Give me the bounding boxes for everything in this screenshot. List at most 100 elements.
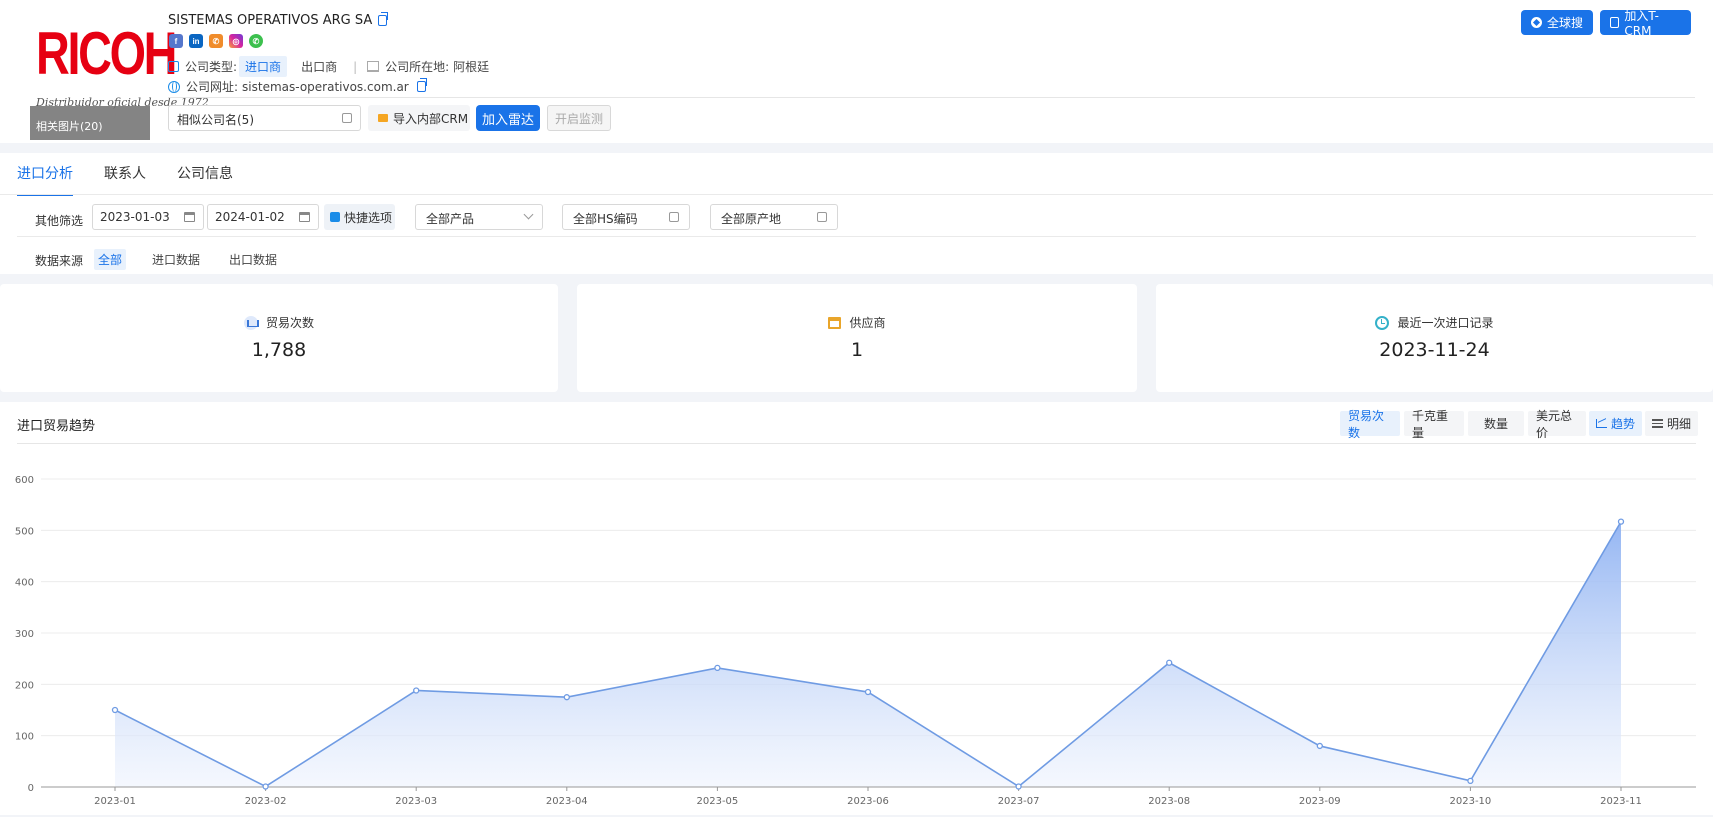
global-search-button[interactable]: 全球搜 <box>1521 10 1593 35</box>
x-tick-label: 2023-01 <box>94 796 136 807</box>
type-importer-tag: 进口商 <box>239 56 288 77</box>
data-source-label: 数据来源 <box>35 254 84 268</box>
location-value: 阿根廷 <box>453 60 490 74</box>
copy-icon[interactable] <box>416 78 427 92</box>
calendar-icon <box>299 212 310 222</box>
x-tick-label: 2023-08 <box>1148 796 1190 807</box>
global-search-label: 全球搜 <box>1547 16 1584 30</box>
y-tick-label: 200 <box>15 680 34 691</box>
stat-value: 1 <box>850 339 864 361</box>
header-divider <box>168 97 1695 98</box>
y-tick-label: 500 <box>15 526 34 537</box>
chevron-down-icon <box>523 209 534 220</box>
picker-icon <box>669 212 679 222</box>
x-tick-label: 2023-02 <box>245 796 287 807</box>
shop-icon <box>828 316 842 329</box>
website-row: 公司网址: sistemas-operativos.com.ar <box>168 78 427 95</box>
product-select[interactable]: 全部产品 <box>415 204 543 230</box>
data-point <box>1617 518 1625 525</box>
globe-icon <box>168 80 180 93</box>
x-tick-label: 2023-09 <box>1299 796 1341 807</box>
tab-company-info[interactable]: 公司信息 <box>177 163 233 196</box>
copy-icon[interactable] <box>378 12 389 26</box>
end-date-input[interactable]: 2024-01-02 <box>207 204 319 230</box>
y-tick-label: 100 <box>15 732 34 743</box>
y-tick-label: 400 <box>15 578 34 589</box>
company-type-label: 公司类型: <box>185 60 238 74</box>
company-name-row: SISTEMAS OPERATIVOS ARG SA <box>168 12 389 28</box>
hs-code-select[interactable]: 全部HS编码 <box>562 204 690 230</box>
divider: | <box>353 59 358 74</box>
facebook-icon[interactable]: f <box>169 34 183 48</box>
series-area <box>115 521 1621 787</box>
y-tick-label: 600 <box>15 475 34 486</box>
company-header: RICOH Distribuidor oficial desde 1972 相关… <box>0 0 1713 143</box>
stat-value: 2023-11-24 <box>1379 339 1490 361</box>
stat-value: 1,788 <box>251 339 307 361</box>
add-tcrm-button[interactable]: 加入T-CRM <box>1600 9 1691 38</box>
tab-bar: 进口分析 联系人 公司信息 <box>17 163 233 196</box>
stat-title: 贸易次数 <box>0 314 558 331</box>
quick-options-button[interactable]: 快捷选项 <box>324 204 395 230</box>
company-logo[interactable]: RICOH Distribuidor oficial desde 1972 相关… <box>30 12 209 140</box>
phone-icon[interactable]: ✆ <box>209 34 223 48</box>
stat-label: 贸易次数 <box>265 316 314 330</box>
data-point <box>714 664 721 672</box>
edit-icon[interactable] <box>342 113 352 123</box>
start-date-value: 2023-01-03 <box>100 210 170 224</box>
import-crm-button[interactable]: 导入内部CRM <box>368 105 470 131</box>
compass-icon <box>1531 17 1542 28</box>
instagram-icon[interactable]: ◎ <box>229 34 243 48</box>
website-link[interactable]: sistemas-operativos.com.ar <box>242 80 409 94</box>
start-date-input[interactable]: 2023-01-03 <box>92 204 204 230</box>
stat-title: 供应商 <box>577 314 1137 331</box>
data-point <box>1015 783 1022 790</box>
stat-label: 最近一次进口记录 <box>1397 316 1494 330</box>
bar-chart-icon <box>243 315 259 330</box>
clock-icon <box>1375 315 1390 330</box>
stat-card-suppliers: 供应商 1 <box>577 284 1137 392</box>
tab-import-analysis[interactable]: 进口分析 <box>17 163 73 196</box>
similar-companies-label: 相似公司名(5) <box>177 113 254 127</box>
add-tcrm-label: 加入T-CRM <box>1624 9 1659 38</box>
data-point <box>111 706 119 714</box>
source-import-tag[interactable]: 进口数据 <box>148 249 204 270</box>
logo-text: RICOH <box>36 20 177 87</box>
source-export-tag[interactable]: 出口数据 <box>225 249 281 270</box>
stat-label: 供应商 <box>849 316 886 330</box>
location-label: 公司所在地: <box>385 60 450 74</box>
quick-options-icon <box>330 212 340 222</box>
related-images-badge[interactable]: 相关图片(20) <box>30 106 150 140</box>
whatsapp-icon[interactable]: ✆ <box>249 34 263 48</box>
social-links: f in ✆ ◎ ✆ <box>169 34 263 48</box>
data-point <box>1316 742 1323 750</box>
type-exporter-tag: 出口商 <box>301 60 338 74</box>
filter-divider <box>17 236 1696 237</box>
similar-companies-box[interactable]: 相似公司名(5) <box>168 105 361 131</box>
tab-contacts[interactable]: 联系人 <box>104 163 146 196</box>
y-tick-label: 300 <box>15 629 34 640</box>
linkedin-icon[interactable]: in <box>189 34 203 48</box>
data-point <box>563 694 570 701</box>
origin-value: 全部原产地 <box>721 212 782 226</box>
data-point <box>1467 777 1474 784</box>
x-tick-label: 2023-04 <box>546 796 588 807</box>
end-date-value: 2024-01-02 <box>215 210 285 224</box>
import-crm-label: 导入内部CRM <box>393 111 469 126</box>
building-icon <box>367 61 380 72</box>
start-monitor-button[interactable]: 开启监测 <box>547 105 611 131</box>
x-tick-label: 2023-10 <box>1450 796 1492 807</box>
stat-title: 最近一次进口记录 <box>1156 314 1713 331</box>
origin-select[interactable]: 全部原产地 <box>710 204 838 230</box>
import-trend-section: 进口贸易趋势 贸易次数 千克重量 数量 美元总价 趋势 明细 0 100 200 30… <box>0 402 1713 815</box>
data-point <box>864 688 872 696</box>
product-select-value: 全部产品 <box>426 212 475 226</box>
add-radar-button[interactable]: 加入雷达 <box>476 105 540 131</box>
x-tick-label: 2023-05 <box>697 796 739 807</box>
trend-chart: 0 100 200 300 400 500 600 2023-01 2023-02 2023-03… <box>15 475 1696 807</box>
filter-label: 其他筛选 <box>35 214 84 228</box>
company-type-icon <box>168 61 179 72</box>
filter-panel: 进口分析 联系人 公司信息 其他筛选 2023-01-03 2024-01-02… <box>0 153 1713 274</box>
source-all-tag[interactable]: 全部 <box>94 249 127 270</box>
y-tick-label: 0 <box>28 783 34 794</box>
